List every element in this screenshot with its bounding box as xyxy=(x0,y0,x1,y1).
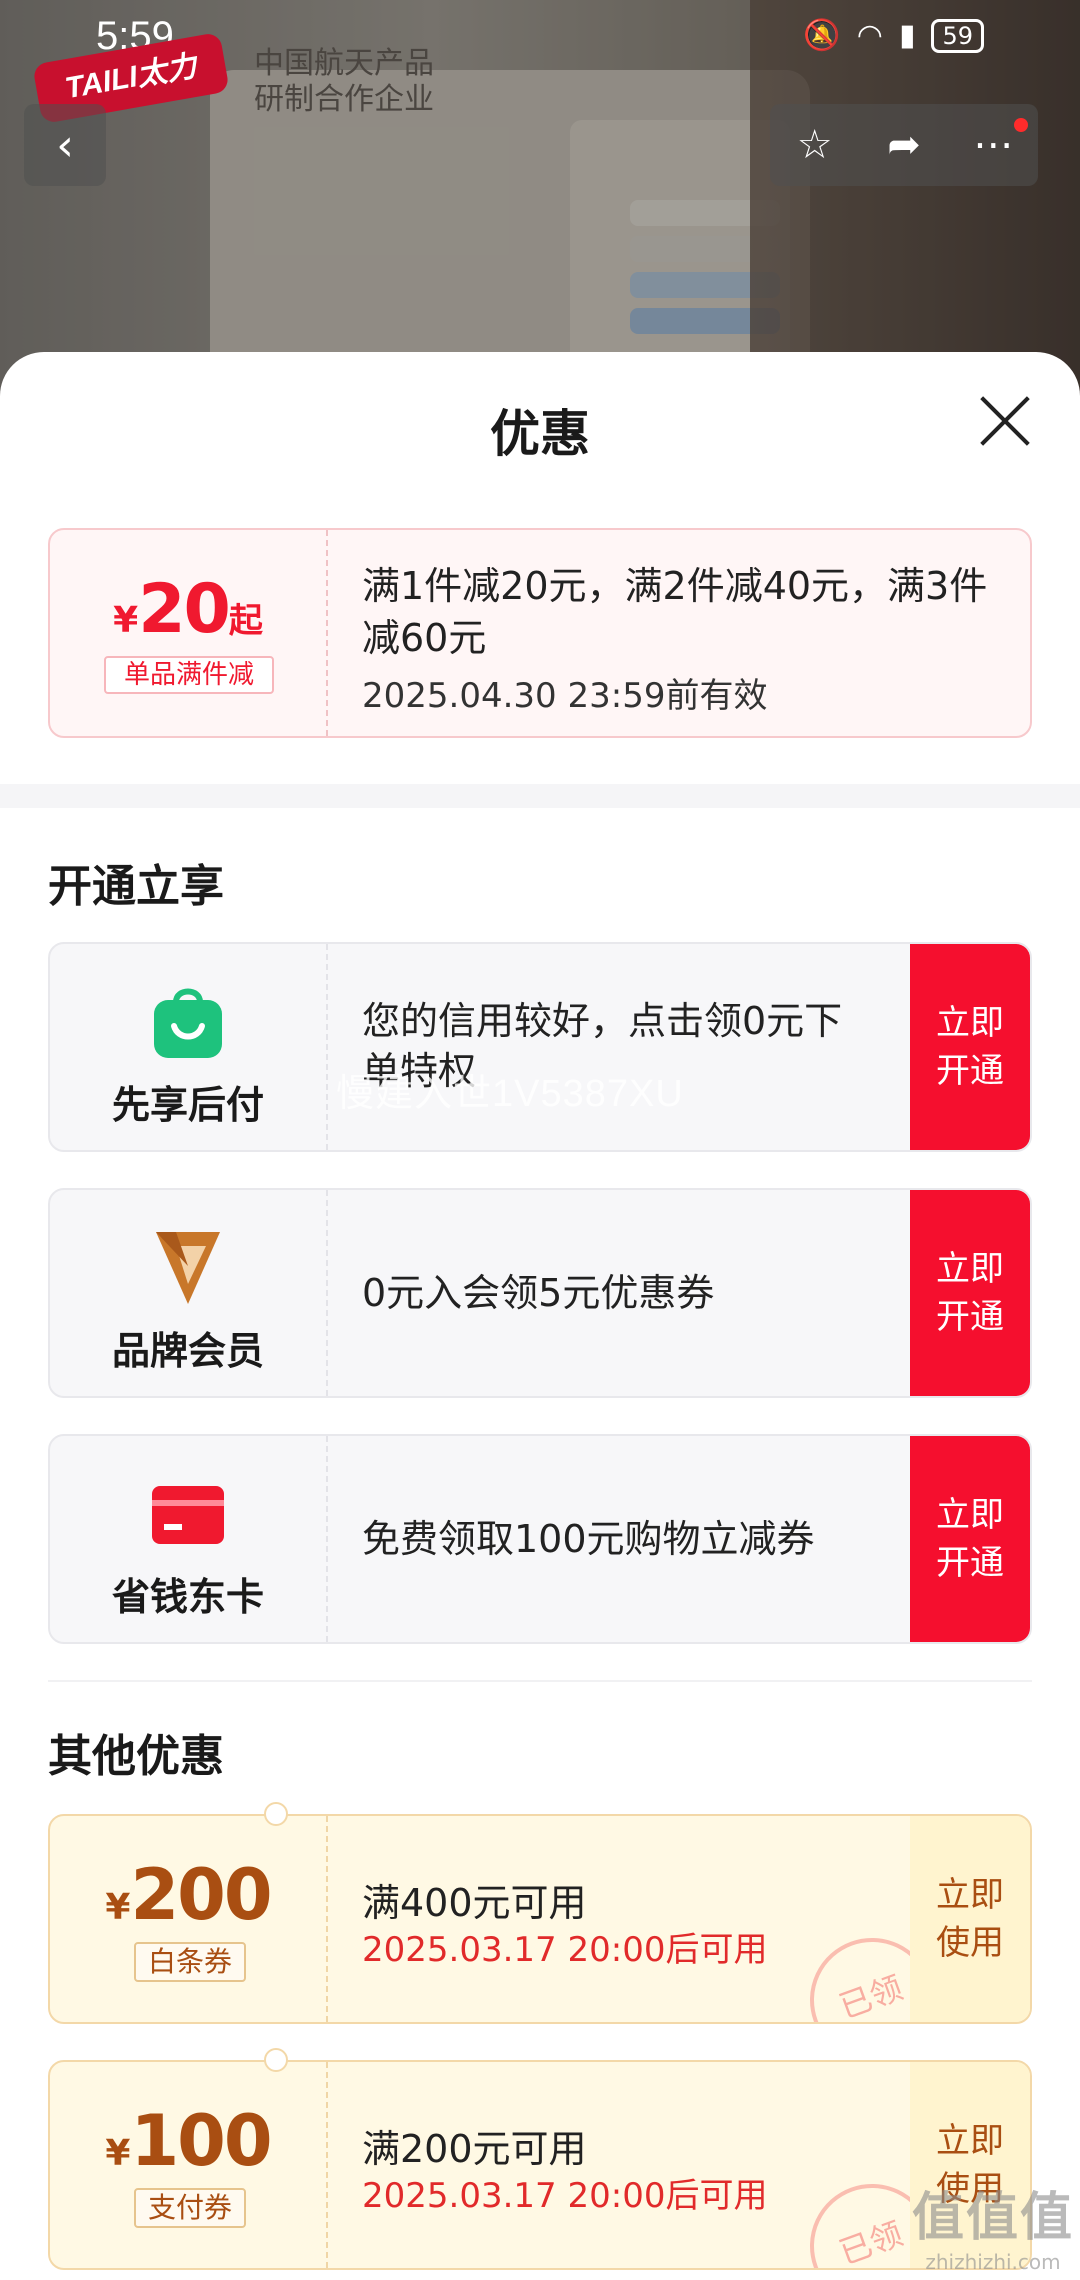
perk-card[interactable]: 先享后付 您的信用较好，点击领0元下单特权 立即 开通 xyxy=(48,942,1032,1152)
open-now-button[interactable]: 立即 开通 xyxy=(910,1190,1030,1396)
divider xyxy=(48,1680,1032,1682)
watermark-text: 慢建入世1V5387XU xyxy=(336,1073,684,1115)
coupon-ticket[interactable]: ¥100 支付券 满200元可用 2025.03.17 20:00后可用 已领 … xyxy=(48,2060,1032,2270)
perk-card[interactable]: 省钱东卡 免费领取100元购物立减券 立即 开通 xyxy=(48,1434,1032,1644)
top-coupon: ¥20起 单品满件减 满1件减20元，满2件减40元，满3件减60元 2025.… xyxy=(48,528,1032,738)
brand-slogan-line2: 研制合作企业 xyxy=(254,82,434,117)
button-label-line1: 立即 xyxy=(936,1495,1004,1535)
button-label-line2: 开通 xyxy=(936,1543,1004,1583)
ticket-notch xyxy=(264,2048,288,2072)
perk-divider xyxy=(326,1190,328,1396)
brand-slogan-line1: 中国航天产品 xyxy=(254,46,434,81)
section-title-other: 其他优惠 xyxy=(48,1731,224,1782)
ticket-amount: ¥200 xyxy=(50,1854,326,1936)
open-now-button[interactable]: 立即 开通 xyxy=(910,1436,1030,1642)
amount-value: 20 xyxy=(138,570,231,649)
section-separator xyxy=(0,784,1080,808)
perk-name: 省钱东卡 xyxy=(111,1575,264,1619)
site-watermark-url: zhizhizhi.com xyxy=(925,2250,1061,2274)
ticket-date: 2025.03.17 20:00后可用 xyxy=(362,1930,768,1970)
status-icons: 🔕 ◠ ▮ 59 xyxy=(803,18,984,53)
wifi-icon: ◠ xyxy=(856,18,883,53)
currency-symbol: ¥ xyxy=(113,600,139,641)
top-coupon-validity: 2025.04.30 23:59前有效 xyxy=(362,676,768,716)
nav-action-group: ☆ ➦ ⋯ xyxy=(770,104,1038,186)
star-icon[interactable]: ☆ xyxy=(775,122,855,168)
button-label-line2: 开通 xyxy=(936,1051,1004,1091)
shopping-bag-icon xyxy=(154,988,222,1058)
mute-icon: 🔕 xyxy=(803,18,841,53)
ticket-condition: 满200元可用 xyxy=(362,2127,587,2171)
button-label-line1: 立即 xyxy=(936,2121,1004,2161)
alert-icon: ▮ xyxy=(898,18,916,53)
amount-value: 200 xyxy=(130,1854,272,1936)
ticket-notch xyxy=(264,1802,288,1826)
ticket-condition: 满400元可用 xyxy=(362,1881,587,1925)
v-brand-icon xyxy=(156,1232,220,1304)
ticket-date: 2025.03.17 20:00后可用 xyxy=(362,2176,768,2216)
site-watermark-logo: 值值值 xyxy=(911,2188,1074,2248)
card-icon xyxy=(152,1486,224,1544)
perk-card[interactable]: 品牌会员 0元入会领5元优惠券 立即 开通 xyxy=(48,1188,1032,1398)
ticket-tag: 白条券 xyxy=(134,1942,246,1982)
perk-divider xyxy=(326,944,328,1150)
open-now-button[interactable]: 立即 开通 xyxy=(910,944,1030,1150)
brand-slogan: 中国航天产品 研制合作企业 xyxy=(254,46,434,118)
battery-icon: 59 xyxy=(931,18,984,53)
perk-name: 先享后付 xyxy=(111,1083,264,1127)
ticket-divider xyxy=(326,1816,328,2022)
button-label-line2: 开通 xyxy=(936,1297,1004,1337)
amount-value: 100 xyxy=(130,2100,272,2182)
close-icon[interactable] xyxy=(978,394,1032,448)
top-coupon-tag: 单品满件减 xyxy=(104,656,274,694)
button-label-line1: 立即 xyxy=(936,1875,1004,1915)
perk-text: 免费领取100元购物立减券 xyxy=(362,1517,815,1561)
share-icon[interactable]: ➦ xyxy=(864,122,944,168)
notification-dot xyxy=(1014,118,1028,132)
perk-divider xyxy=(326,1436,328,1642)
back-button[interactable]: ‹ xyxy=(24,104,106,186)
use-now-button[interactable]: 立即 使用 xyxy=(910,1816,1030,2022)
top-coupon-amount: ¥20起 xyxy=(50,570,326,649)
chevron-left-icon: ‹ xyxy=(56,119,74,171)
currency-symbol: ¥ xyxy=(105,2133,131,2174)
ticket-divider xyxy=(326,2062,328,2268)
top-coupon-description: 满1件减20元，满2件减40元，满3件减60元 xyxy=(362,564,988,660)
site-watermark: 值值值 zhizhizhi.com xyxy=(912,2175,1074,2274)
amount-suffix: 起 xyxy=(228,601,263,641)
currency-symbol: ¥ xyxy=(105,1887,131,1928)
coupon-divider xyxy=(326,530,328,736)
ticket-tag: 支付券 xyxy=(134,2188,246,2228)
section-title-open: 开通立享 xyxy=(48,861,224,912)
ticket-amount: ¥100 xyxy=(50,2100,326,2182)
perk-name: 品牌会员 xyxy=(111,1329,264,1373)
perk-text: 0元入会领5元优惠券 xyxy=(362,1271,715,1315)
button-label-line1: 立即 xyxy=(936,1249,1004,1289)
coupon-ticket[interactable]: ¥200 白条券 满400元可用 2025.03.17 20:00后可用 已领 … xyxy=(48,1814,1032,2024)
promotions-sheet: 优惠 ¥20起 单品满件减 满1件减20元，满2件减40元，满3件减60元 20… xyxy=(0,352,1080,2280)
button-label-line2: 使用 xyxy=(936,1923,1004,1963)
button-label-line1: 立即 xyxy=(936,1003,1004,1043)
sheet-title: 优惠 xyxy=(490,405,590,463)
